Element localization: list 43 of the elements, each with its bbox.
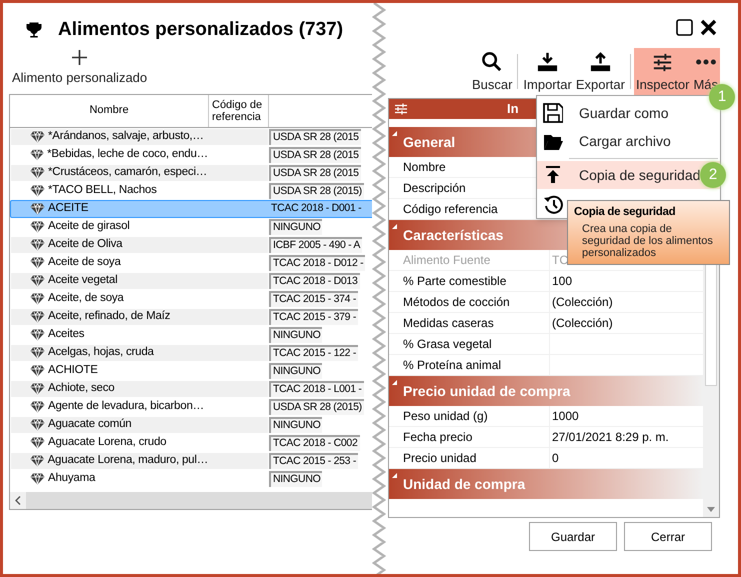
table-cell-text: Aceite de girasol: [48, 218, 130, 234]
table-cell: NINGUNO: [269, 362, 322, 378]
table-cell-text: Aguacate común: [48, 416, 132, 432]
tooltip-title: Copia de seguridad: [574, 205, 676, 220]
table-cell: TCAC 2018 - L001 -: [269, 380, 364, 396]
table-cell-text: *TACO BELL, Nachos: [48, 182, 157, 198]
table-cell: TCAC 2018 - C002: [269, 434, 360, 450]
table-cell: NINGUNO: [269, 326, 322, 342]
table-cell-text: Aceites: [48, 326, 84, 342]
table-cell: TCAC 2018 - D012 -: [269, 254, 366, 270]
table-cell-text: ACEITE: [48, 200, 88, 216]
table-cell-text: Aceite de Oliva: [48, 236, 122, 252]
table-cell-text: Acelgas, hojas, cruda: [48, 344, 154, 360]
table-cell: TCAC 2018 - D013: [269, 272, 360, 288]
table-cell-text: Agente de levadura, bicarbon…: [48, 398, 204, 414]
table-cell: TCAC 2015 - 122 -: [269, 344, 358, 360]
table-cell-text: *Crustáceos, camarón, especi…: [48, 164, 208, 180]
table-cell: USDA SR 28 (2015: [269, 146, 361, 162]
table-cell-text: *Arándanos, salvaje, arbusto,…: [48, 128, 204, 144]
table-cell: NINGUNO: [269, 470, 322, 486]
table-cell: TCAC 2015 - 374 -: [269, 290, 358, 306]
table-cell-text: Aceite de soya: [48, 254, 121, 270]
table-cell: USDA SR 28 (2015): [269, 398, 364, 414]
inspector-title: In: [507, 100, 519, 118]
window-title: Alimentos personalizados (737): [58, 18, 344, 42]
table-cell-text: *Bebidas, leche de coco, endu…: [47, 146, 208, 162]
table-cell: TCAC 2015 - 379 -: [269, 308, 358, 324]
table-cell-text: Aceite vegetal: [48, 272, 118, 288]
table-cell-text: Aceite, refinado, de Maíz: [48, 308, 170, 324]
table-cell-text: Ahuyama: [48, 470, 96, 486]
table-cell-text: Aceite, de soya: [48, 290, 124, 306]
table-cell: USDA SR 28 (2015: [269, 128, 361, 144]
table-cell: NINGUNO: [269, 218, 322, 234]
table-cell-text: Aguacate Lorena, crudo: [48, 434, 166, 450]
table-cell-text: Achiote, seco: [48, 380, 114, 396]
table-cell: TCAC 2015 - 253 -: [269, 452, 358, 468]
table-cell: USDA SR 28 (2015): [269, 182, 364, 198]
table-cell-text: TCAC 2018 - D001 -: [270, 200, 362, 216]
table-cell: NINGUNO: [269, 416, 322, 432]
table-cell-text: Aguacate Lorena, maduro, pul…: [48, 452, 208, 468]
table-cell: ICBF 2005 - 490 - A: [269, 236, 362, 252]
table-cell: USDA SR 28 (2015: [269, 164, 361, 180]
table-cell-text: ACHIOTE: [48, 362, 98, 378]
